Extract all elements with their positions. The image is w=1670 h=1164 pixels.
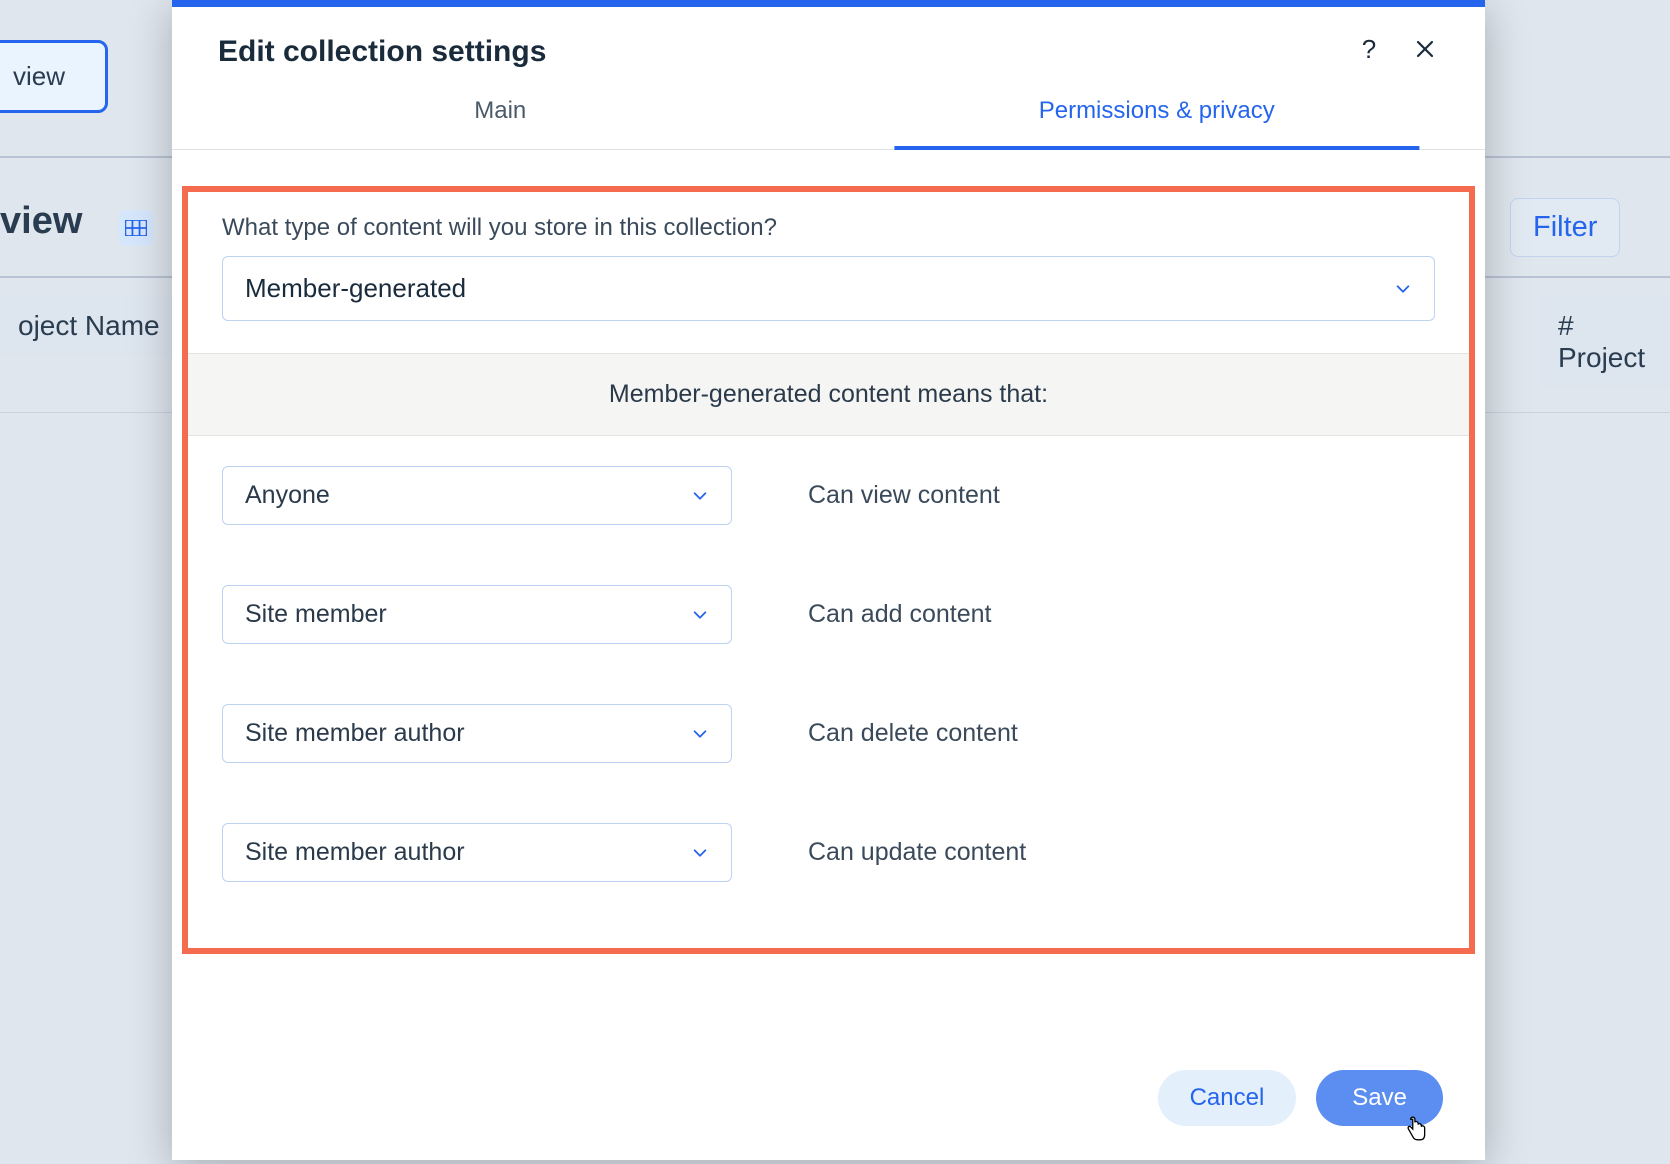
- perm-label-add: Can add content: [808, 600, 991, 629]
- perm-label-view: Can view content: [808, 481, 1000, 510]
- cancel-button[interactable]: Cancel: [1158, 1070, 1297, 1126]
- chevron-down-icon: [691, 725, 709, 743]
- content-type-explainer: Member-generated content means that:: [188, 353, 1469, 436]
- view-who-select[interactable]: Anyone: [222, 466, 732, 525]
- perm-row-update: Site member author Can update content: [188, 793, 1469, 912]
- cursor-pointer-icon: [1403, 1116, 1429, 1142]
- modal-title: Edit collection settings: [218, 35, 546, 69]
- bg-column-project[interactable]: # Project: [1540, 296, 1670, 388]
- update-who-select[interactable]: Site member author: [222, 823, 732, 882]
- perm-label-delete: Can delete content: [808, 719, 1018, 748]
- delete-who-select[interactable]: Site member author: [222, 704, 732, 763]
- chevron-down-icon: [691, 844, 709, 862]
- bg-filter-button[interactable]: Filter: [1510, 198, 1620, 257]
- save-button[interactable]: Save: [1316, 1070, 1443, 1126]
- tab-permissions[interactable]: Permissions & privacy: [829, 77, 1486, 149]
- modal-footer: Cancel Save: [172, 1042, 1485, 1160]
- modal-tabs: Main Permissions & privacy: [172, 77, 1485, 150]
- chevron-down-icon: [1394, 280, 1412, 298]
- close-icon[interactable]: [1411, 35, 1439, 63]
- content-type-value: Member-generated: [245, 273, 466, 304]
- add-who-select[interactable]: Site member: [222, 585, 732, 644]
- chevron-down-icon: [691, 487, 709, 505]
- bg-column-project-name[interactable]: oject Name: [0, 296, 178, 356]
- modal-top-accent: [172, 0, 1485, 7]
- perm-row-add: Site member Can add content: [188, 555, 1469, 674]
- save-button-label: Save: [1352, 1084, 1407, 1111]
- bg-table-icon[interactable]: [118, 210, 154, 246]
- chevron-down-icon: [691, 606, 709, 624]
- select-value: Anyone: [245, 481, 330, 510]
- perm-row-delete: Site member author Can delete content: [188, 674, 1469, 793]
- tab-main[interactable]: Main: [172, 77, 829, 149]
- bg-view-label: view: [0, 200, 82, 243]
- select-value: Site member author: [245, 719, 465, 748]
- bg-view-active-chip[interactable]: view: [0, 40, 108, 113]
- select-value: Site member: [245, 600, 387, 629]
- header-icons: ?: [1355, 35, 1439, 63]
- help-icon[interactable]: ?: [1355, 35, 1383, 63]
- perm-row-view: Anyone Can view content: [188, 436, 1469, 555]
- permissions-highlighted-area: What type of content will you store in t…: [182, 186, 1475, 954]
- content-type-select[interactable]: Member-generated: [222, 256, 1435, 321]
- content-type-question: What type of content will you store in t…: [188, 214, 1469, 256]
- select-value: Site member author: [245, 838, 465, 867]
- edit-collection-modal: Edit collection settings ? Main Permissi…: [172, 0, 1485, 1160]
- modal-header: Edit collection settings ?: [172, 7, 1485, 77]
- table-icon: [125, 220, 147, 236]
- perm-label-update: Can update content: [808, 838, 1026, 867]
